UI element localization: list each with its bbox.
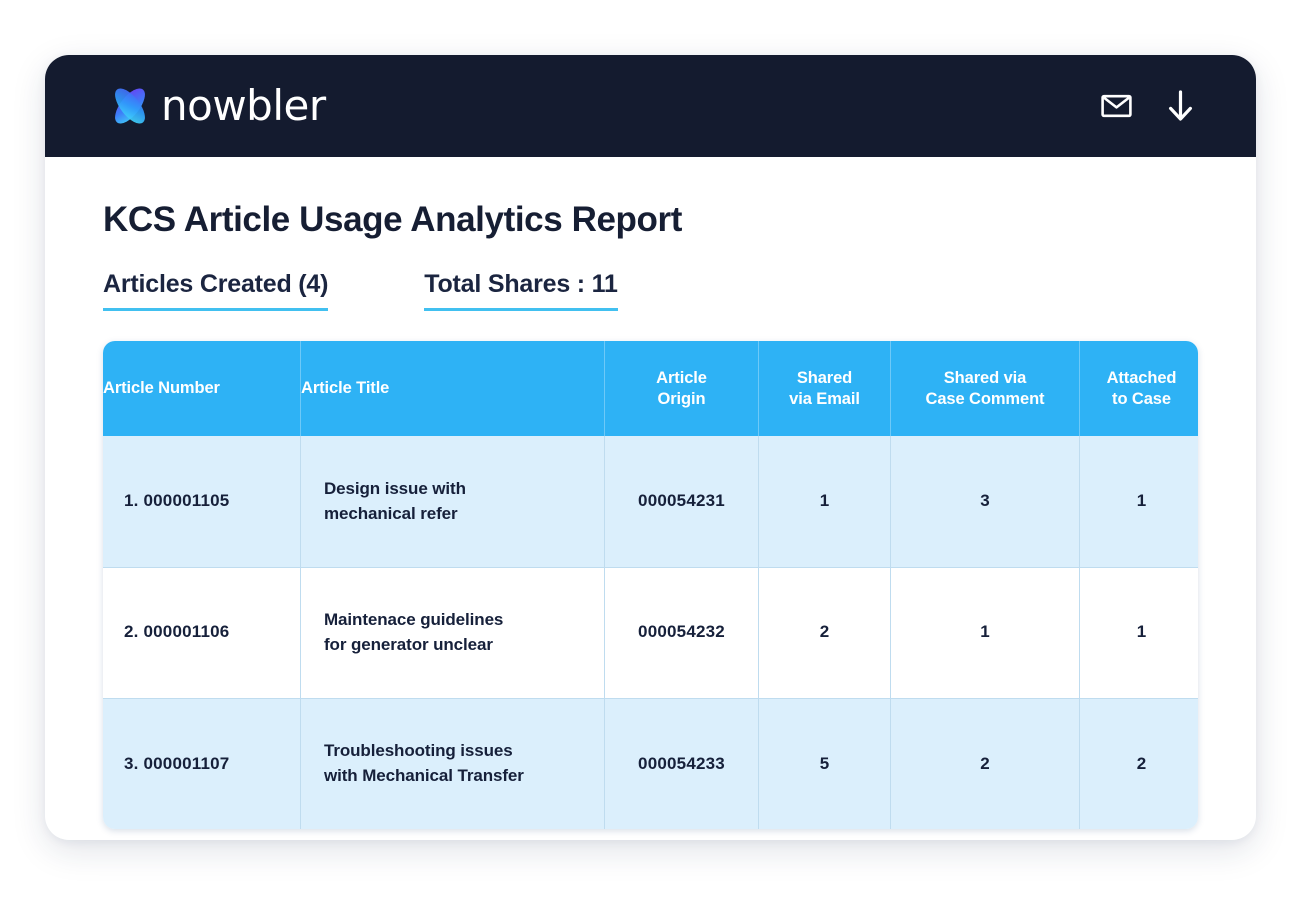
article-title-line2: with Mechanical Transfer (324, 766, 524, 785)
column-header-label-line2: to Case (1112, 389, 1171, 408)
column-header-shared-via-case-comment[interactable]: Shared via Case Comment (890, 341, 1080, 437)
table-row[interactable]: 3. 000001107 Troubleshooting issues with… (103, 698, 1198, 830)
report-card: nowbler KCS Article Usage Analytics Repo… (45, 55, 1256, 840)
column-header-article-title[interactable]: Article Title (300, 341, 605, 437)
brand-logo[interactable]: nowbler (103, 80, 326, 132)
column-header-label-line1: Attached (1106, 369, 1177, 388)
cell-article-origin: 000054233 (604, 698, 759, 830)
table-row[interactable]: 1. 000001105 Design issue with mechanica… (103, 436, 1198, 568)
stat-total-shares[interactable]: Total Shares : 11 (424, 270, 618, 312)
cell-attached-to-case: 1 (1079, 567, 1198, 699)
email-button[interactable] (1098, 88, 1134, 124)
column-header-label-line2: via Email (789, 389, 860, 408)
cell-article-title: Troubleshooting issues with Mechanical T… (300, 698, 605, 830)
report-body: KCS Article Usage Analytics Report Artic… (45, 157, 1256, 830)
cell-article-title: Maintenace guidelines for generator uncl… (300, 567, 605, 699)
download-arrow-icon (1168, 90, 1192, 121)
article-title-line1: Design issue with (324, 478, 466, 498)
cell-shared-via-email: 2 (758, 567, 891, 699)
stat-articles-created[interactable]: Articles Created (4) (103, 270, 328, 312)
table-head: Article Number Article Title Article Ori… (103, 341, 1198, 437)
column-header-label-line1: Shared via (943, 369, 1027, 388)
page-title: KCS Article Usage Analytics Report (103, 200, 682, 239)
cell-attached-to-case: 2 (1079, 698, 1198, 830)
column-header-article-number[interactable]: Article Number (103, 341, 301, 437)
column-header-label-line1: Shared (796, 369, 853, 388)
download-button[interactable] (1162, 88, 1198, 124)
cell-shared-via-case-comment: 1 (890, 567, 1080, 699)
column-header-label-line2: Case Comment (925, 389, 1045, 408)
column-header-label-line2: Origin (657, 389, 706, 408)
cell-shared-via-email: 1 (758, 436, 891, 568)
cell-shared-via-case-comment: 2 (890, 698, 1080, 830)
brand-wordmark: nowbler (161, 81, 326, 130)
cell-article-number: 3. 000001107 (103, 698, 301, 830)
table-header-row: Article Number Article Title Article Ori… (103, 341, 1198, 437)
cell-article-number: 2. 000001106 (103, 567, 301, 699)
table-row[interactable]: 2. 000001106 Maintenace guidelines for g… (103, 567, 1198, 699)
article-usage-table: Article Number Article Title Article Ori… (103, 341, 1198, 830)
knowbler-k-logo-icon (115, 88, 145, 124)
report-page: nowbler KCS Article Usage Analytics Repo… (0, 0, 1301, 901)
topbar-actions (1098, 88, 1198, 124)
column-header-label-line1: Article (656, 369, 707, 388)
column-header-label: Article Title (301, 379, 390, 398)
cell-article-origin: 000054231 (604, 436, 759, 568)
stats-summary: Articles Created (4) Total Shares : 11 (103, 270, 1202, 312)
cell-article-number: 1. 000001105 (103, 436, 301, 568)
cell-shared-via-case-comment: 3 (890, 436, 1080, 568)
cell-article-title: Design issue with mechanical refer (300, 436, 605, 568)
article-title-line1: Maintenace guidelines (324, 610, 504, 630)
article-title-line2: mechanical refer (324, 503, 458, 523)
envelope-icon (1100, 94, 1132, 118)
column-header-shared-via-email[interactable]: Shared via Email (758, 341, 891, 437)
cell-attached-to-case: 1 (1079, 436, 1198, 568)
article-title-line1: Troubleshooting issues (324, 741, 513, 761)
table-body: 1. 000001105 Design issue with mechanica… (103, 436, 1198, 830)
app-topbar: nowbler (45, 55, 1256, 157)
column-header-attached-to-case[interactable]: Attached to Case (1079, 341, 1198, 437)
cell-shared-via-email: 5 (758, 698, 891, 830)
column-header-label: Article Number (103, 379, 220, 398)
article-usage-table-wrapper: Article Number Article Title Article Ori… (103, 341, 1198, 830)
cell-article-origin: 000054232 (604, 567, 759, 699)
article-title-line2: for generator unclear (324, 634, 493, 654)
column-header-article-origin[interactable]: Article Origin (604, 341, 759, 437)
